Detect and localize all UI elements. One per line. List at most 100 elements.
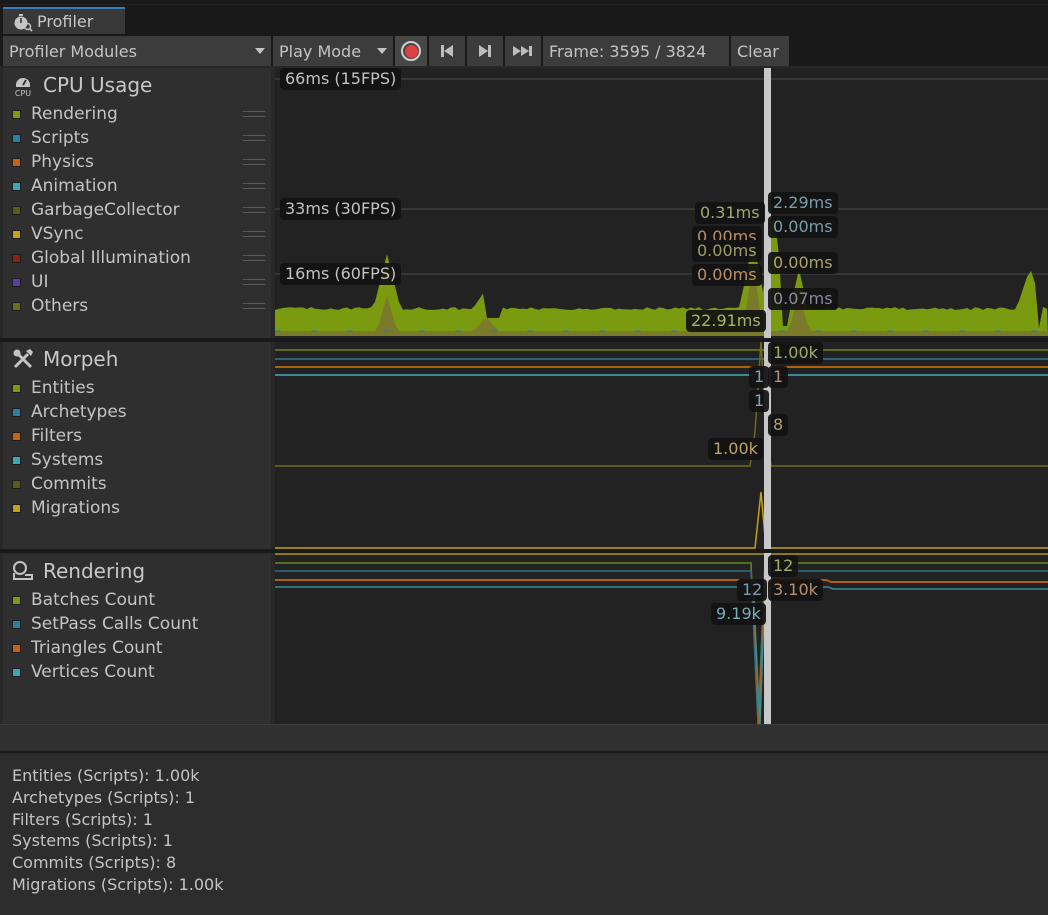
morpeh-chart[interactable]: 1.00k 1 1 1 8 1.00k [275, 342, 1048, 549]
step-back-icon [441, 45, 453, 57]
selected-value-label: 0.31ms [695, 202, 765, 224]
toolbar-spacer [791, 36, 1048, 66]
series-line-triangles [275, 579, 1048, 724]
selected-value-label: 1.00k [708, 438, 763, 460]
drag-handle-icon[interactable] [243, 111, 265, 117]
legend-item[interactable]: SetPass Calls Count [3, 612, 271, 636]
step-forward-icon [479, 45, 491, 57]
details-line: Filters (Scripts): 1 [12, 809, 153, 829]
legend-label: Others [31, 296, 89, 316]
module-title-label: Rendering [43, 559, 146, 583]
record-button[interactable] [395, 36, 427, 66]
cpu-usage-module[interactable]: CPU CPU Usage Rendering Scripts Physics Ani… [3, 68, 271, 340]
legend-swatch [12, 229, 21, 239]
profiler-modules-label: Profiler Modules [9, 41, 137, 61]
legend-label: GarbageCollector [31, 200, 180, 220]
chevron-down-icon [377, 48, 387, 54]
details-panel: Entities (Scripts): 1.00k Archetypes (Scr… [0, 755, 1048, 915]
legend-item[interactable]: UI [3, 270, 271, 294]
selected-value-label: 1 [768, 366, 789, 388]
legend-item[interactable]: Global Illumination [3, 246, 271, 270]
profiler-modules-dropdown[interactable]: Profiler Modules [3, 36, 271, 66]
legend-item[interactable]: Migrations [3, 496, 271, 520]
legend-item[interactable]: Physics [3, 150, 271, 174]
last-frame-button[interactable] [505, 36, 541, 66]
selected-value-label: 1.00k [768, 342, 823, 364]
previous-frame-button[interactable] [429, 36, 465, 66]
drag-handle-icon[interactable] [243, 159, 265, 165]
next-frame-button[interactable] [467, 36, 503, 66]
legend-swatch [12, 181, 21, 191]
legend-swatch [12, 253, 21, 263]
drag-handle-icon[interactable] [243, 255, 265, 261]
selected-value-label: 1 [749, 390, 770, 412]
legend-item[interactable]: Filters [3, 424, 271, 448]
morpeh-chart-svg [275, 342, 1048, 549]
morpeh-module[interactable]: Morpeh Entities Archetypes Filters Systems C… [3, 342, 271, 550]
series-line-vertices [275, 586, 1048, 724]
drag-handle-icon[interactable] [243, 279, 265, 285]
frame-counter-label: Frame: 3595 / 3824 [549, 41, 707, 61]
drag-handle-icon[interactable] [243, 303, 265, 309]
rendering-legend: Batches Count SetPass Calls Count Triangle… [3, 588, 271, 684]
legend-label: Scripts [31, 128, 90, 148]
module-title-label: CPU Usage [43, 73, 153, 97]
gridline-label: 16ms (60FPS) [280, 263, 402, 285]
legend-swatch [12, 407, 21, 417]
cpu-icon: CPU [15, 78, 31, 97]
legend-item[interactable]: VSync [3, 222, 271, 246]
legend-swatch [12, 619, 21, 629]
legend-label: Global Illumination [31, 248, 191, 268]
legend-item[interactable]: Others [3, 294, 271, 318]
cpu-legend: Rendering Scripts Physics Animation GarbageC… [3, 102, 271, 318]
series-line-commits [275, 342, 1048, 467]
details-line: Archetypes (Scripts): 1 [12, 787, 195, 807]
legend-item[interactable]: Triangles Count [3, 636, 271, 660]
profiler-tab[interactable]: Profiler [3, 7, 125, 34]
series-line-setpass [275, 570, 1048, 724]
selected-value-label: 0.00ms [768, 252, 838, 274]
legend-item[interactable]: Commits [3, 472, 271, 496]
legend-item[interactable]: Vertices Count [3, 660, 271, 684]
drag-handle-icon[interactable] [243, 183, 265, 189]
legend-item[interactable]: Rendering [3, 102, 271, 126]
details-toolbar [0, 724, 1048, 753]
drag-handle-icon[interactable] [243, 135, 265, 141]
profiler-toolbar: Profiler Modules Play Mode Frame: 3595 /… [0, 34, 1048, 66]
legend-swatch [12, 133, 21, 143]
legend-item[interactable]: Systems [3, 448, 271, 472]
drag-handle-icon[interactable] [243, 231, 265, 237]
selected-value-label: 2.29ms [768, 192, 838, 214]
legend-item[interactable]: Batches Count [3, 588, 271, 612]
legend-swatch [12, 479, 21, 489]
module-title-rendering: Rendering [3, 554, 271, 588]
legend-label: VSync [31, 224, 84, 244]
legend-item[interactable]: Entities [3, 376, 271, 400]
gridline-label: 33ms (30FPS) [280, 198, 402, 220]
rendering-chart[interactable]: 12 12 3.10k 9.19k [275, 553, 1048, 724]
legend-label: UI [31, 272, 49, 292]
legend-label: SetPass Calls Count [31, 614, 199, 634]
gridline-label: 66ms (15FPS) [280, 68, 402, 90]
selected-value-label: 0.07ms [768, 288, 838, 310]
legend-swatch [12, 157, 21, 167]
legend-label: Entities [31, 378, 95, 398]
legend-label: Animation [31, 176, 118, 196]
legend-item[interactable]: Scripts [3, 126, 271, 150]
legend-item[interactable]: Archetypes [3, 400, 271, 424]
legend-item[interactable]: GarbageCollector [3, 198, 271, 222]
legend-item[interactable]: Animation [3, 174, 271, 198]
legend-label: Batches Count [31, 590, 156, 610]
rendering-module[interactable]: Rendering Batches Count SetPass Calls Cou… [3, 554, 271, 724]
cpu-usage-chart[interactable]: 66ms (15FPS) 33ms (30FPS) 16ms (60FPS) 22.9… [275, 68, 1048, 338]
fast-forward-icon [513, 46, 532, 56]
legend-swatch [12, 643, 21, 653]
module-title-label: Morpeh [43, 347, 119, 371]
drag-handle-icon[interactable] [243, 207, 265, 213]
morpeh-legend: Entities Archetypes Filters Systems Commits M… [3, 376, 271, 520]
selected-value-label: 22.91ms [686, 310, 766, 332]
rendering-icon [13, 561, 33, 580]
clear-button[interactable]: Clear [731, 36, 789, 66]
play-mode-dropdown[interactable]: Play Mode [273, 36, 393, 66]
legend-swatch [12, 109, 21, 119]
